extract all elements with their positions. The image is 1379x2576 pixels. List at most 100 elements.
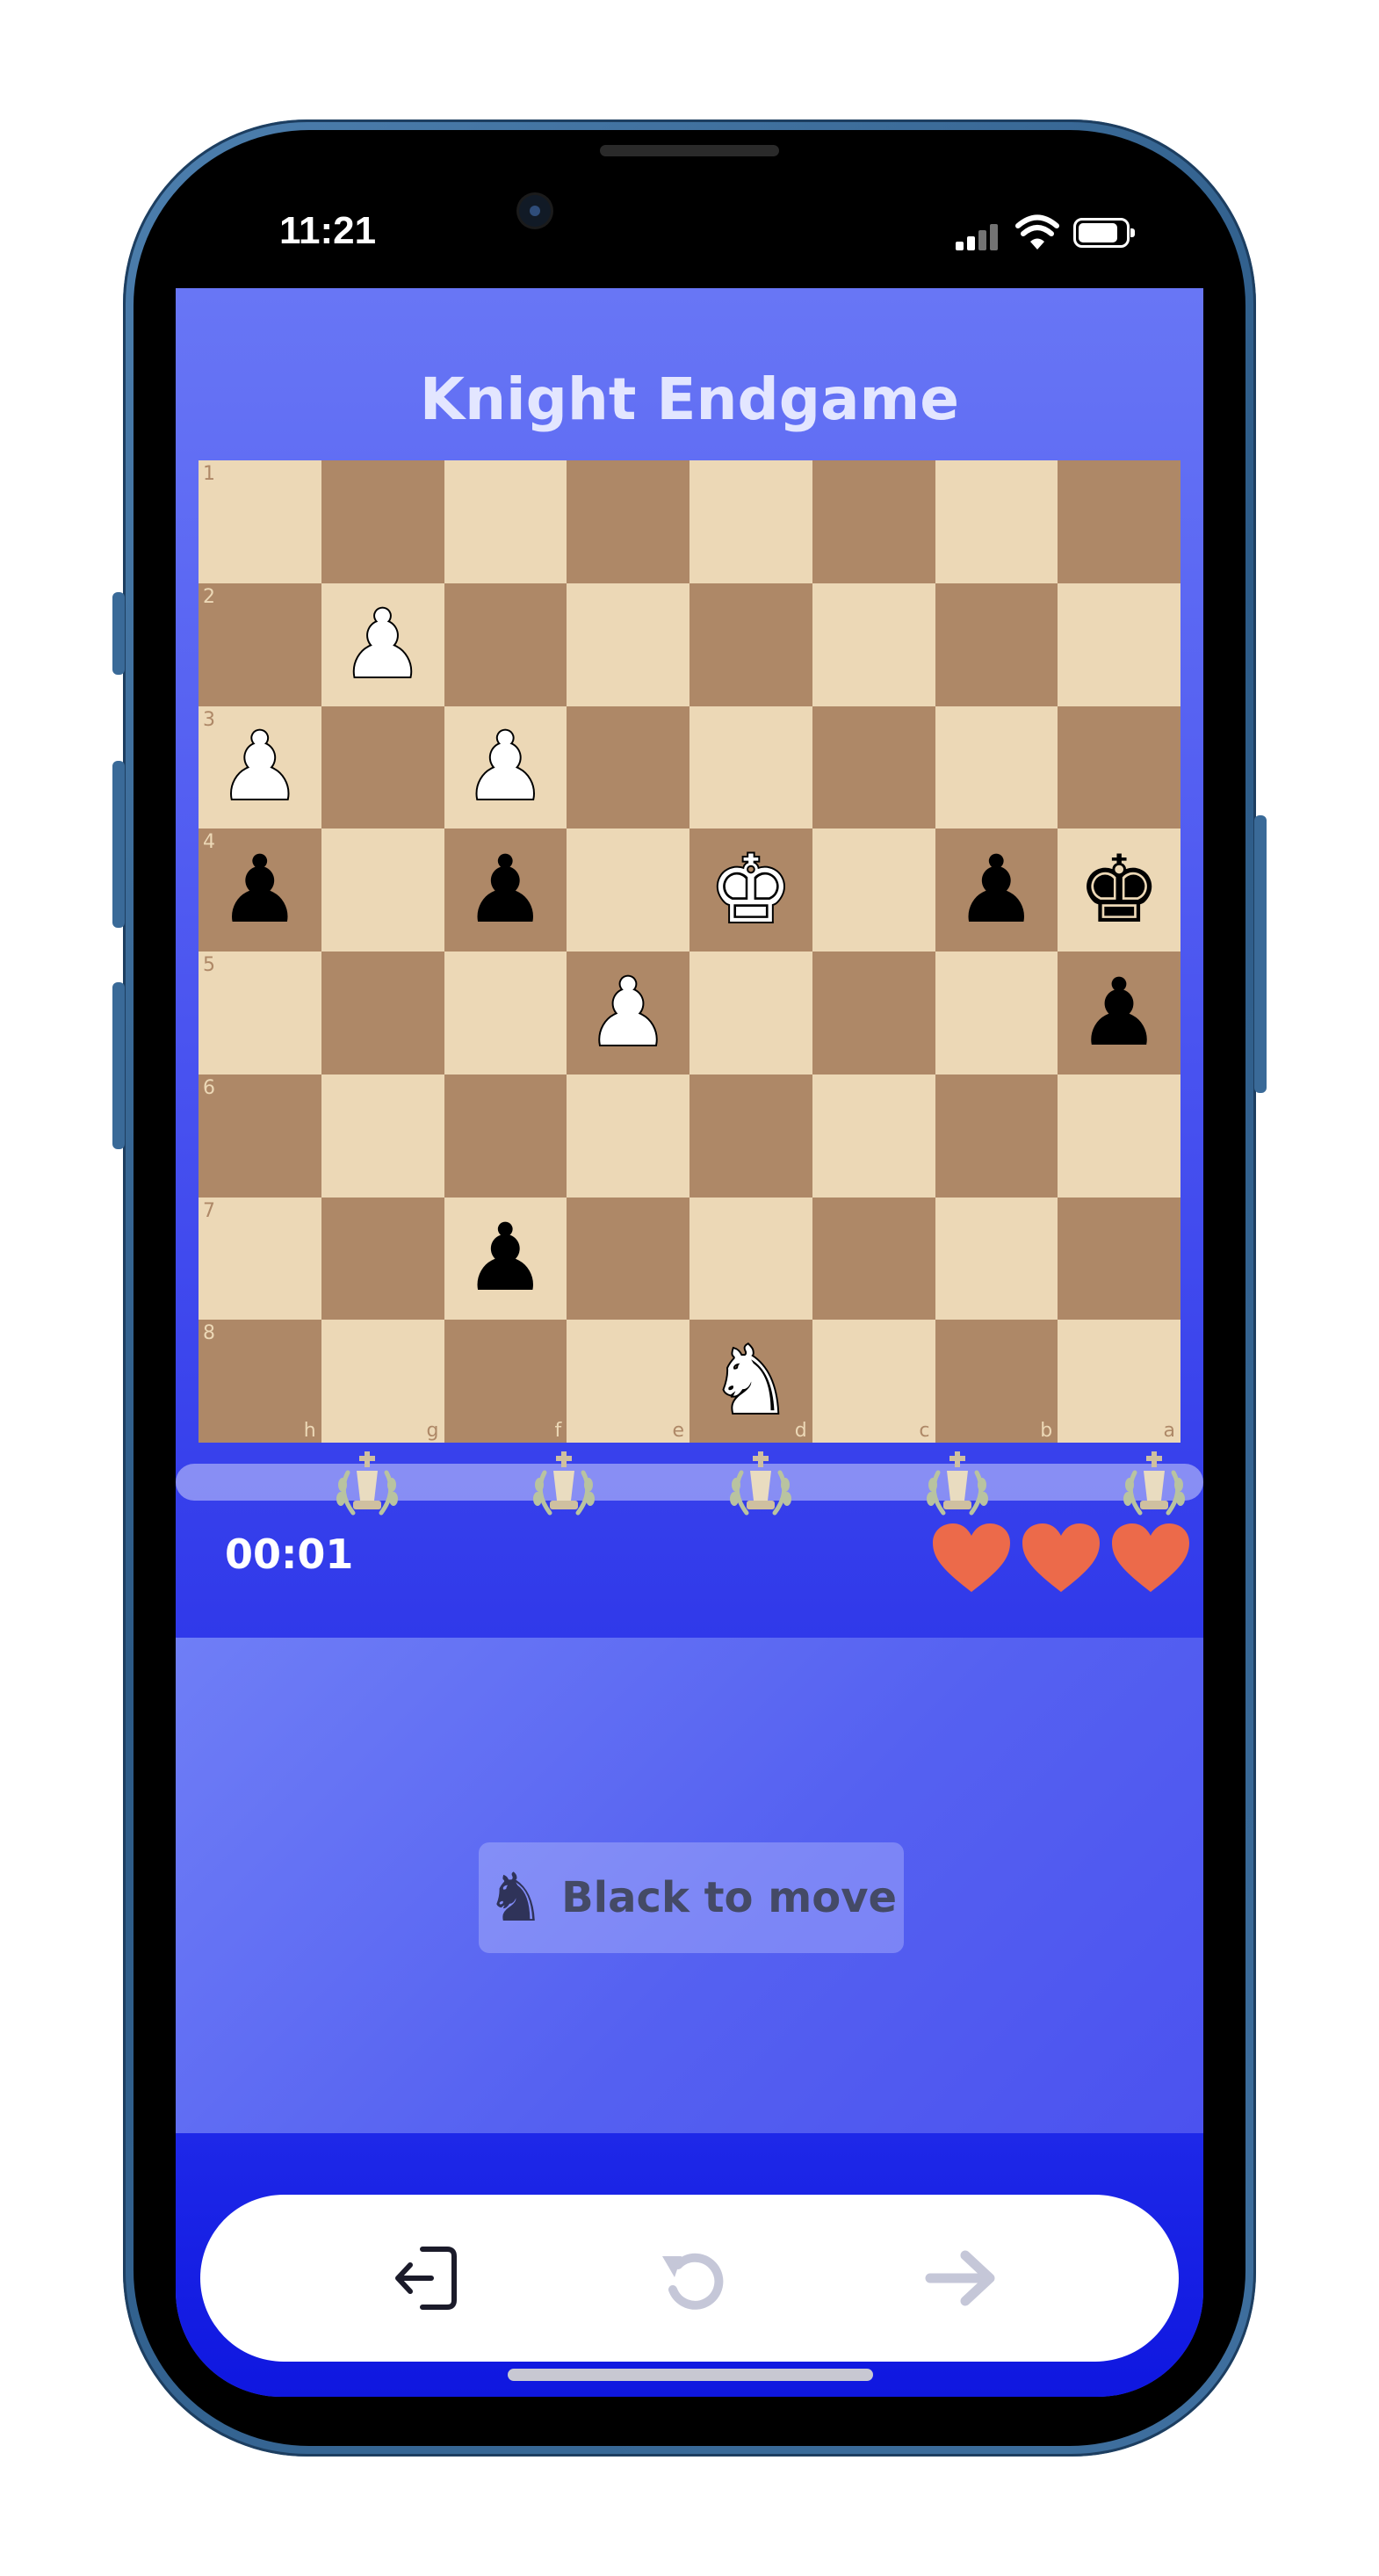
undo-button[interactable] [646,2232,740,2325]
board-square[interactable]: 4 ♟ [199,829,321,952]
black-pawn-piece[interactable]: ♟ [464,1212,547,1305]
board-square[interactable]: 5 [199,952,321,1075]
board-square[interactable] [1058,582,1180,706]
black-knight-icon: ♞ [485,1858,546,1936]
board-square[interactable] [935,706,1058,829]
board-square[interactable] [321,1197,444,1321]
board-square[interactable]: c [812,1320,935,1443]
board-square[interactable] [444,460,567,583]
board-square[interactable]: ♟ [444,706,567,829]
board-square[interactable] [690,582,812,706]
board-square[interactable] [1058,460,1180,583]
game-area: Knight Endgame 1 2 ♟ 3 ♟ ♟ 4 ♟ ♟ ♚ ♟ ♚ 5 ♟ ♟ 6 7 ♟ 8 h g f e d ♞… [176,288,1203,1638]
exit-icon [395,2247,457,2310]
board-square[interactable]: 3 ♟ [199,706,321,829]
board-square[interactable] [321,952,444,1075]
board-square[interactable]: ♚ [690,829,812,952]
black-pawn-piece[interactable]: ♟ [1078,966,1161,1060]
board-square[interactable]: d ♞ [690,1320,812,1443]
board-square[interactable] [567,1074,690,1198]
board-square[interactable] [567,582,690,706]
board-square[interactable]: 1 [199,460,321,583]
white-pawn-piece[interactable]: ♟ [216,719,303,815]
board-square[interactable] [935,952,1058,1075]
king-laurel-icon [730,1451,791,1516]
board-square[interactable] [321,706,444,829]
board-square[interactable] [567,706,690,829]
board-square[interactable] [812,582,935,706]
board-square[interactable]: a [1058,1320,1180,1443]
exit-button[interactable] [380,2232,473,2325]
board-square[interactable] [567,1197,690,1321]
board-square[interactable]: ♟ [1058,952,1180,1075]
black-pawn-piece[interactable]: ♟ [955,843,1038,937]
white-pawn-piece[interactable]: ♟ [585,964,672,1060]
black-king-piece[interactable]: ♚ [1078,843,1161,937]
board-square[interactable]: 8h [199,1320,321,1443]
file-label: f [554,1420,562,1442]
board-square[interactable] [935,1074,1058,1198]
board-square[interactable]: g [321,1320,444,1443]
board-square[interactable]: ♟ [444,829,567,952]
king-laurel-icon [927,1451,988,1516]
white-pawn-piece[interactable]: ♟ [462,719,549,815]
board-square[interactable] [935,1197,1058,1321]
board-square[interactable] [812,460,935,583]
board-square[interactable]: e [567,1320,690,1443]
white-pawn-piece[interactable]: ♟ [339,596,426,692]
board-square[interactable] [690,706,812,829]
board-square[interactable] [321,460,444,583]
board-square[interactable]: ♟ [321,582,444,706]
rank-label: 6 [203,1076,215,1099]
board-square[interactable]: ♟ [935,829,1058,952]
board-square[interactable] [935,460,1058,583]
board-square[interactable] [812,829,935,952]
board-square[interactable] [567,460,690,583]
board-square[interactable]: 2 [199,582,321,706]
rank-label: 5 [203,954,215,976]
white-king-piece[interactable]: ♚ [707,842,794,938]
board-square[interactable] [321,829,444,952]
status-time: 11:21 [279,209,377,252]
board-square[interactable] [812,706,935,829]
board-square[interactable] [444,582,567,706]
board-square[interactable]: ♚ [1058,829,1180,952]
next-button[interactable] [914,2232,1007,2325]
heart-icon [933,1523,1010,1592]
board-square[interactable] [444,1074,567,1198]
action-toolbar [200,2195,1179,2362]
home-indicator[interactable] [508,2369,873,2381]
board-square[interactable] [812,1074,935,1198]
black-pawn-piece[interactable]: ♟ [218,843,301,937]
file-label: b [1040,1420,1053,1442]
turn-indicator: ♞ Black to move [479,1842,904,1953]
board-square[interactable]: ♟ [567,952,690,1075]
board-square[interactable]: 7 [199,1197,321,1321]
chess-board[interactable]: 1 2 ♟ 3 ♟ ♟ 4 ♟ ♟ ♚ ♟ ♚ 5 ♟ ♟ 6 7 ♟ 8 h g f e d ♞ c b a [199,460,1180,1443]
board-square[interactable] [690,460,812,583]
board-square[interactable]: b [935,1320,1058,1443]
board-square[interactable] [321,1074,444,1198]
file-label: h [303,1420,316,1442]
board-square[interactable] [690,952,812,1075]
board-square[interactable]: f [444,1320,567,1443]
rank-label: 3 [203,708,215,731]
board-square[interactable] [1058,706,1180,829]
board-square[interactable]: 6 [199,1074,321,1198]
board-square[interactable] [935,582,1058,706]
wifi-icon [1015,214,1059,250]
board-square[interactable] [1058,1197,1180,1321]
board-square[interactable] [690,1074,812,1198]
board-square[interactable] [690,1197,812,1321]
white-knight-piece[interactable]: ♞ [707,1333,794,1429]
lives-indicator [931,1522,1191,1594]
king-laurel-icon [533,1451,595,1516]
board-square[interactable] [812,952,935,1075]
board-square[interactable]: ♟ [444,1197,567,1321]
board-square[interactable] [567,829,690,952]
board-square[interactable] [1058,1074,1180,1198]
board-square[interactable] [444,952,567,1075]
front-camera [519,195,551,227]
black-pawn-piece[interactable]: ♟ [464,843,547,937]
board-square[interactable] [812,1197,935,1321]
